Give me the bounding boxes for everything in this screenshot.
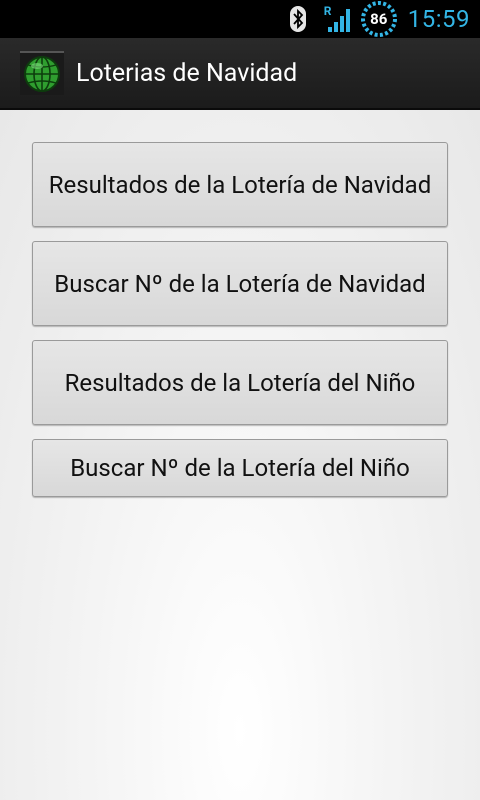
resultados-navidad-button[interactable]: Resultados de la Lotería de Navidad: [32, 142, 448, 227]
app-title: Loterias de Navidad: [76, 58, 298, 88]
resultados-nino-button[interactable]: Resultados de la Lotería del Niño: [32, 340, 448, 425]
buscar-numero-navidad-button[interactable]: Buscar Nº de la Lotería de Navidad: [32, 241, 448, 326]
status-bar: R 86 15:59: [0, 0, 480, 38]
battery-icon: 86: [360, 0, 398, 38]
action-bar: Loterias de Navidad: [0, 38, 480, 110]
globe-icon[interactable]: [20, 51, 64, 95]
buscar-numero-nino-button[interactable]: Buscar Nº de la Lotería del Niño: [32, 439, 448, 497]
main-content: Resultados de la Lotería de Navidad Busc…: [0, 110, 480, 800]
status-clock: 15:59: [407, 5, 470, 33]
signal-icon: R: [324, 5, 350, 33]
bluetooth-icon: [288, 5, 308, 33]
battery-level: 86: [370, 10, 388, 28]
